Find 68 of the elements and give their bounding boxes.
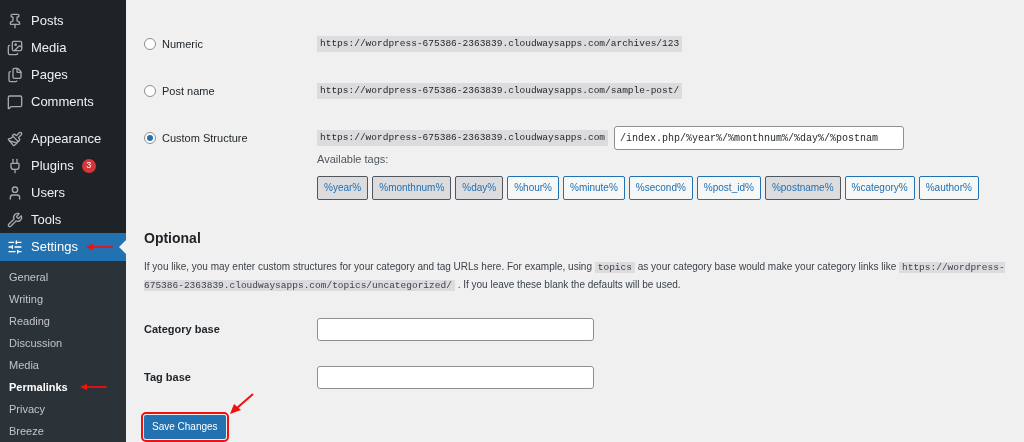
submenu-item[interactable]: Writing xyxy=(9,290,44,308)
sidebar-item[interactable]: Plugins 3 xyxy=(0,152,126,179)
text-field[interactable] xyxy=(317,365,594,389)
submenu-item[interactable]: Permalinks xyxy=(9,378,68,396)
plug-icon xyxy=(7,157,23,174)
pointer-icon xyxy=(119,240,126,254)
tag-button[interactable]: %day% xyxy=(455,175,504,200)
option-label: Numeric xyxy=(162,36,203,52)
count-badge: 3 xyxy=(81,158,96,173)
submenu-item[interactable]: Discussion xyxy=(9,334,63,352)
arrow-icon xyxy=(79,383,108,391)
sidebar-item[interactable]: Appearance xyxy=(0,125,126,152)
menu-label: Media xyxy=(31,38,67,57)
menu-label: Posts xyxy=(31,11,64,30)
arrow-icon xyxy=(229,392,254,415)
user-icon xyxy=(7,184,23,201)
comment-icon xyxy=(7,93,23,110)
submenu-item[interactable]: General xyxy=(9,268,49,286)
sidebar-item[interactable]: Pages xyxy=(0,61,126,88)
menu-label: Settings xyxy=(31,238,78,257)
tag-button[interactable]: %post_id% xyxy=(696,175,761,200)
sidebar-item[interactable]: Users xyxy=(0,179,126,206)
sidebar-item[interactable]: Tools xyxy=(0,206,126,233)
submenu-item[interactable]: Privacy xyxy=(9,400,46,418)
pin-icon xyxy=(7,12,23,29)
tag-button[interactable]: %author% xyxy=(918,175,979,200)
tag-button[interactable]: %year% xyxy=(317,175,369,200)
url-example: https://wordpress-675386-2363839.cloudwaysapps.com/sample-post/ xyxy=(317,82,683,100)
tag-button[interactable]: %category% xyxy=(844,175,915,200)
field-label: Tag base xyxy=(144,369,192,385)
text-field[interactable] xyxy=(317,317,594,341)
menu-label: Plugins xyxy=(31,156,74,175)
pages-icon xyxy=(7,66,23,83)
radio-button[interactable] xyxy=(144,132,156,144)
tags-label: Available tags: xyxy=(317,152,390,167)
section-heading: Optional xyxy=(144,228,202,248)
radio-button[interactable] xyxy=(144,85,156,97)
arrow-icon xyxy=(86,243,114,251)
menu-label: Users xyxy=(31,183,65,202)
sidebar-item[interactable]: Comments xyxy=(0,88,126,115)
tag-button[interactable]: %postname% xyxy=(764,175,841,200)
menu-label: Comments xyxy=(31,92,94,111)
sliders-icon xyxy=(7,239,23,255)
radio-button[interactable] xyxy=(144,38,156,50)
sidebar-item[interactable]: Media xyxy=(0,34,126,61)
tag-button[interactable]: %second% xyxy=(628,175,693,200)
tag-button[interactable]: %monthnum% xyxy=(372,175,452,200)
structure-field[interactable]: /index.php/%year%/%monthnum%/%day%/%postnam xyxy=(614,126,905,150)
submenu-item[interactable]: Media xyxy=(9,356,39,374)
field-label: Category base xyxy=(144,321,221,337)
tag-button[interactable]: %hour% xyxy=(507,175,559,200)
sidebar-item[interactable]: Posts xyxy=(0,7,126,34)
images-icon xyxy=(7,39,23,56)
description-text: If you like, you may enter custom structures for your category and tag URLs here. For example, using topics as your category base would make your category links like https://wordpress-675386-2363839.cloudwaysapps.com/topics/uncategorized/ . If you leave these blank the defaults will be used. xyxy=(144,259,1006,293)
menu-label: Appearance xyxy=(31,129,102,148)
save-button[interactable]: Save Changes xyxy=(144,414,226,439)
url-example: https://wordpress-675386-2363839.cloudwaysapps.com/archives/123 xyxy=(317,35,683,53)
url-example: https://wordpress-675386-2363839.cloudwaysapps.com xyxy=(317,129,609,147)
menu-label: Pages xyxy=(31,65,68,84)
submenu-item[interactable]: Reading xyxy=(9,312,50,330)
brush-icon xyxy=(7,130,23,147)
submenu-item[interactable]: Breeze xyxy=(9,422,44,440)
sidebar-item[interactable]: Settings xyxy=(0,233,126,261)
wrench-icon xyxy=(7,211,23,228)
option-label: Post name xyxy=(162,83,215,99)
tag-button[interactable]: %minute% xyxy=(563,175,625,200)
menu-label: Tools xyxy=(31,210,62,229)
option-label: Custom Structure xyxy=(162,130,248,146)
